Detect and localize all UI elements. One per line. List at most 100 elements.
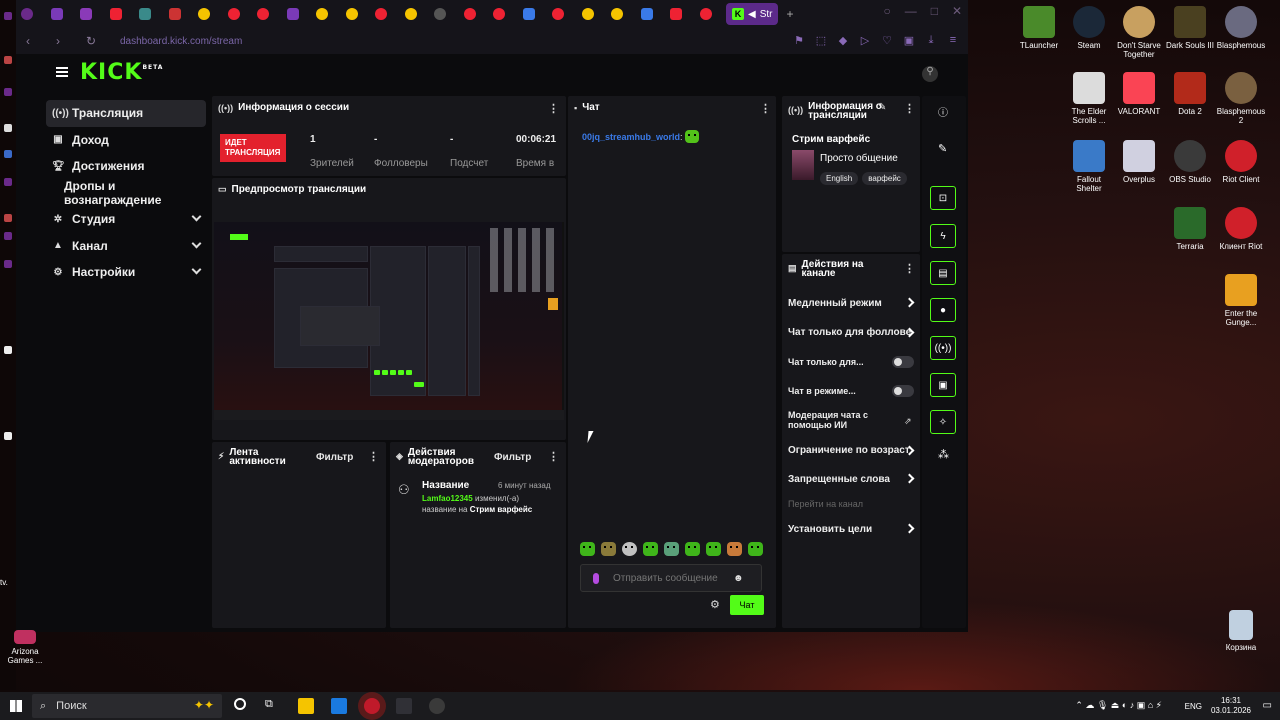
tab-icon[interactable] [488, 3, 510, 25]
filter-button[interactable]: Фильтр [494, 452, 531, 463]
sidebar-item-channel[interactable]: ▲ Канал [46, 233, 206, 260]
tab-icon[interactable] [46, 3, 68, 25]
emote-icon[interactable] [727, 542, 742, 556]
cortana-icon[interactable] [234, 698, 246, 710]
sidebar-item-drops[interactable]: Дропы и вознаграждение [46, 179, 206, 207]
tag[interactable]: English [820, 172, 859, 185]
entry-user[interactable]: Lamfao12345 [422, 494, 473, 503]
desktop-icon-dota[interactable]: Dota 2 [1165, 72, 1215, 116]
sidebar-item-settings[interactable]: ⚙ Настройки [46, 259, 206, 286]
desktop-icon-blasphemous-2[interactable]: Blasphemous 2 [1216, 72, 1266, 125]
desktop-icon-obs[interactable]: OBS Studio [1165, 140, 1215, 184]
stream-preview-video[interactable] [214, 222, 564, 420]
quick-action-button[interactable]: ▣ [930, 373, 956, 397]
desktop-icon-tlauncher[interactable]: TLauncher [1014, 6, 1064, 50]
download-icon[interactable]: ⤓ [924, 33, 938, 47]
tab-icon[interactable] [193, 3, 215, 25]
kick-logo[interactable]: KICKBETA [80, 60, 163, 85]
desktop-icon-overplus[interactable]: Overplus [1114, 140, 1164, 184]
tab-icon[interactable] [665, 3, 687, 25]
play-icon[interactable]: ▷ [858, 33, 872, 47]
chat-username[interactable]: 00jq_streamhub_world [582, 132, 680, 142]
microphone-icon[interactable] [593, 572, 599, 584]
mail-icon[interactable] [331, 698, 347, 714]
active-tab[interactable]: K ◀ Str [726, 3, 779, 25]
sidebar-item-income[interactable]: ▣ Доход [46, 127, 206, 154]
tab-icon[interactable] [636, 3, 658, 25]
more-options-icon[interactable]: ⋮ [760, 102, 771, 115]
desktop-icon-riot-client-ru[interactable]: Клиент Riot [1216, 207, 1266, 251]
reload-icon[interactable]: ↻ [86, 34, 106, 48]
tab-icon[interactable] [311, 3, 333, 25]
tab-icon[interactable] [429, 3, 451, 25]
new-tab-button[interactable]: + [786, 7, 793, 21]
emote-icon[interactable] [664, 542, 679, 556]
desktop-icon-recycle-bin[interactable]: Корзина [1216, 610, 1266, 652]
tab-icon[interactable] [105, 3, 127, 25]
info-icon[interactable]: ⓘ [938, 104, 948, 119]
emote-icon[interactable] [643, 542, 658, 556]
task-view-icon[interactable]: ⧉ [265, 698, 273, 711]
action-age-restriction[interactable]: Ограничение по возраст [788, 445, 912, 456]
emote-icon[interactable] [748, 542, 763, 556]
more-options-icon[interactable]: ⋮ [548, 450, 559, 463]
tab-icon[interactable] [370, 3, 392, 25]
tab-icon[interactable] [134, 3, 156, 25]
quick-action-button[interactable]: ⊡ [930, 186, 956, 210]
tab-icon[interactable] [518, 3, 540, 25]
tab-icon[interactable] [341, 3, 363, 25]
desktop-icon-gungeon[interactable]: Enter the Gunge... [1216, 274, 1266, 327]
tab-icon[interactable] [547, 3, 569, 25]
edit-icon[interactable]: ✎ [878, 102, 886, 113]
menu-icon[interactable]: ≡ [946, 33, 960, 47]
shield-icon[interactable]: ◆ [836, 33, 850, 47]
emote-mode-toggle[interactable] [892, 385, 914, 397]
more-options-icon[interactable]: ⋮ [904, 102, 915, 115]
emote-icon[interactable] [706, 542, 721, 556]
quick-action-button[interactable]: ▤ [930, 261, 956, 285]
quick-action-button[interactable]: ϟ [930, 224, 956, 248]
back-icon[interactable]: ‹ [26, 34, 46, 48]
desktop-icon-terraria[interactable]: Terraria [1165, 207, 1215, 251]
screenshot-icon[interactable]: ⬚ [814, 33, 828, 47]
maximize-icon[interactable]: □ [931, 4, 938, 18]
tab-icon[interactable] [75, 3, 97, 25]
desktop-icon-arizona[interactable]: Arizona Games ... [0, 630, 50, 665]
url-field[interactable]: dashboard.kick.com/stream [120, 36, 242, 47]
more-options-icon[interactable]: ⋮ [904, 262, 915, 275]
more-options-icon[interactable]: ⋮ [368, 450, 379, 463]
taskbar-search[interactable]: ⌕ Поиск ✦✦ [32, 694, 222, 718]
desktop-icon-elder-scrolls[interactable]: The Elder Scrolls ... [1064, 72, 1114, 125]
sidebar-item-achievements[interactable]: 🏆︎ Достижения [46, 153, 206, 180]
obs-taskbar-icon[interactable] [429, 698, 445, 714]
emote-icon[interactable] [601, 542, 616, 556]
quick-action-button[interactable]: ((•)) [930, 336, 956, 360]
sidebar-item-studio[interactable]: ✲ Студия [46, 206, 206, 233]
quick-action-button[interactable]: ● [930, 298, 956, 322]
sidebar-item-stream[interactable]: ((•)) Трансляция [46, 100, 206, 127]
tab-icon[interactable] [164, 3, 186, 25]
chat-input[interactable] [613, 572, 733, 584]
language-indicator[interactable]: ENG [1185, 702, 1202, 712]
minimize-icon[interactable]: — [905, 4, 917, 18]
subs-only-toggle[interactable] [892, 356, 914, 368]
notification-icon[interactable]: ▭ [1263, 701, 1272, 711]
forward-icon[interactable]: › [56, 34, 76, 48]
chat-send-button[interactable]: Чат [730, 595, 764, 615]
tab-icon[interactable] [400, 3, 422, 25]
more-options-icon[interactable]: ⋮ [548, 102, 559, 115]
action-ai-moderation[interactable]: Модерация чата с помощью ИИ [788, 410, 888, 430]
tab-icon[interactable] [223, 3, 245, 25]
layout-icon[interactable]: ⁂ [938, 448, 949, 461]
desktop-icon-steam[interactable]: Steam [1064, 6, 1114, 50]
menu-toggle-icon[interactable] [56, 67, 68, 77]
emoji-icon[interactable]: ☻ [733, 573, 744, 584]
filter-button[interactable]: Фильтр [316, 452, 353, 463]
search-tabs-icon[interactable]: ○ [883, 4, 890, 18]
close-icon[interactable]: ✕ [952, 4, 962, 18]
tab-icon[interactable] [695, 3, 717, 25]
file-explorer-icon[interactable] [298, 698, 314, 714]
tab-icon[interactable] [606, 3, 628, 25]
tab-icon[interactable] [252, 3, 274, 25]
action-banned-words[interactable]: Запрещенные слова [788, 473, 915, 485]
